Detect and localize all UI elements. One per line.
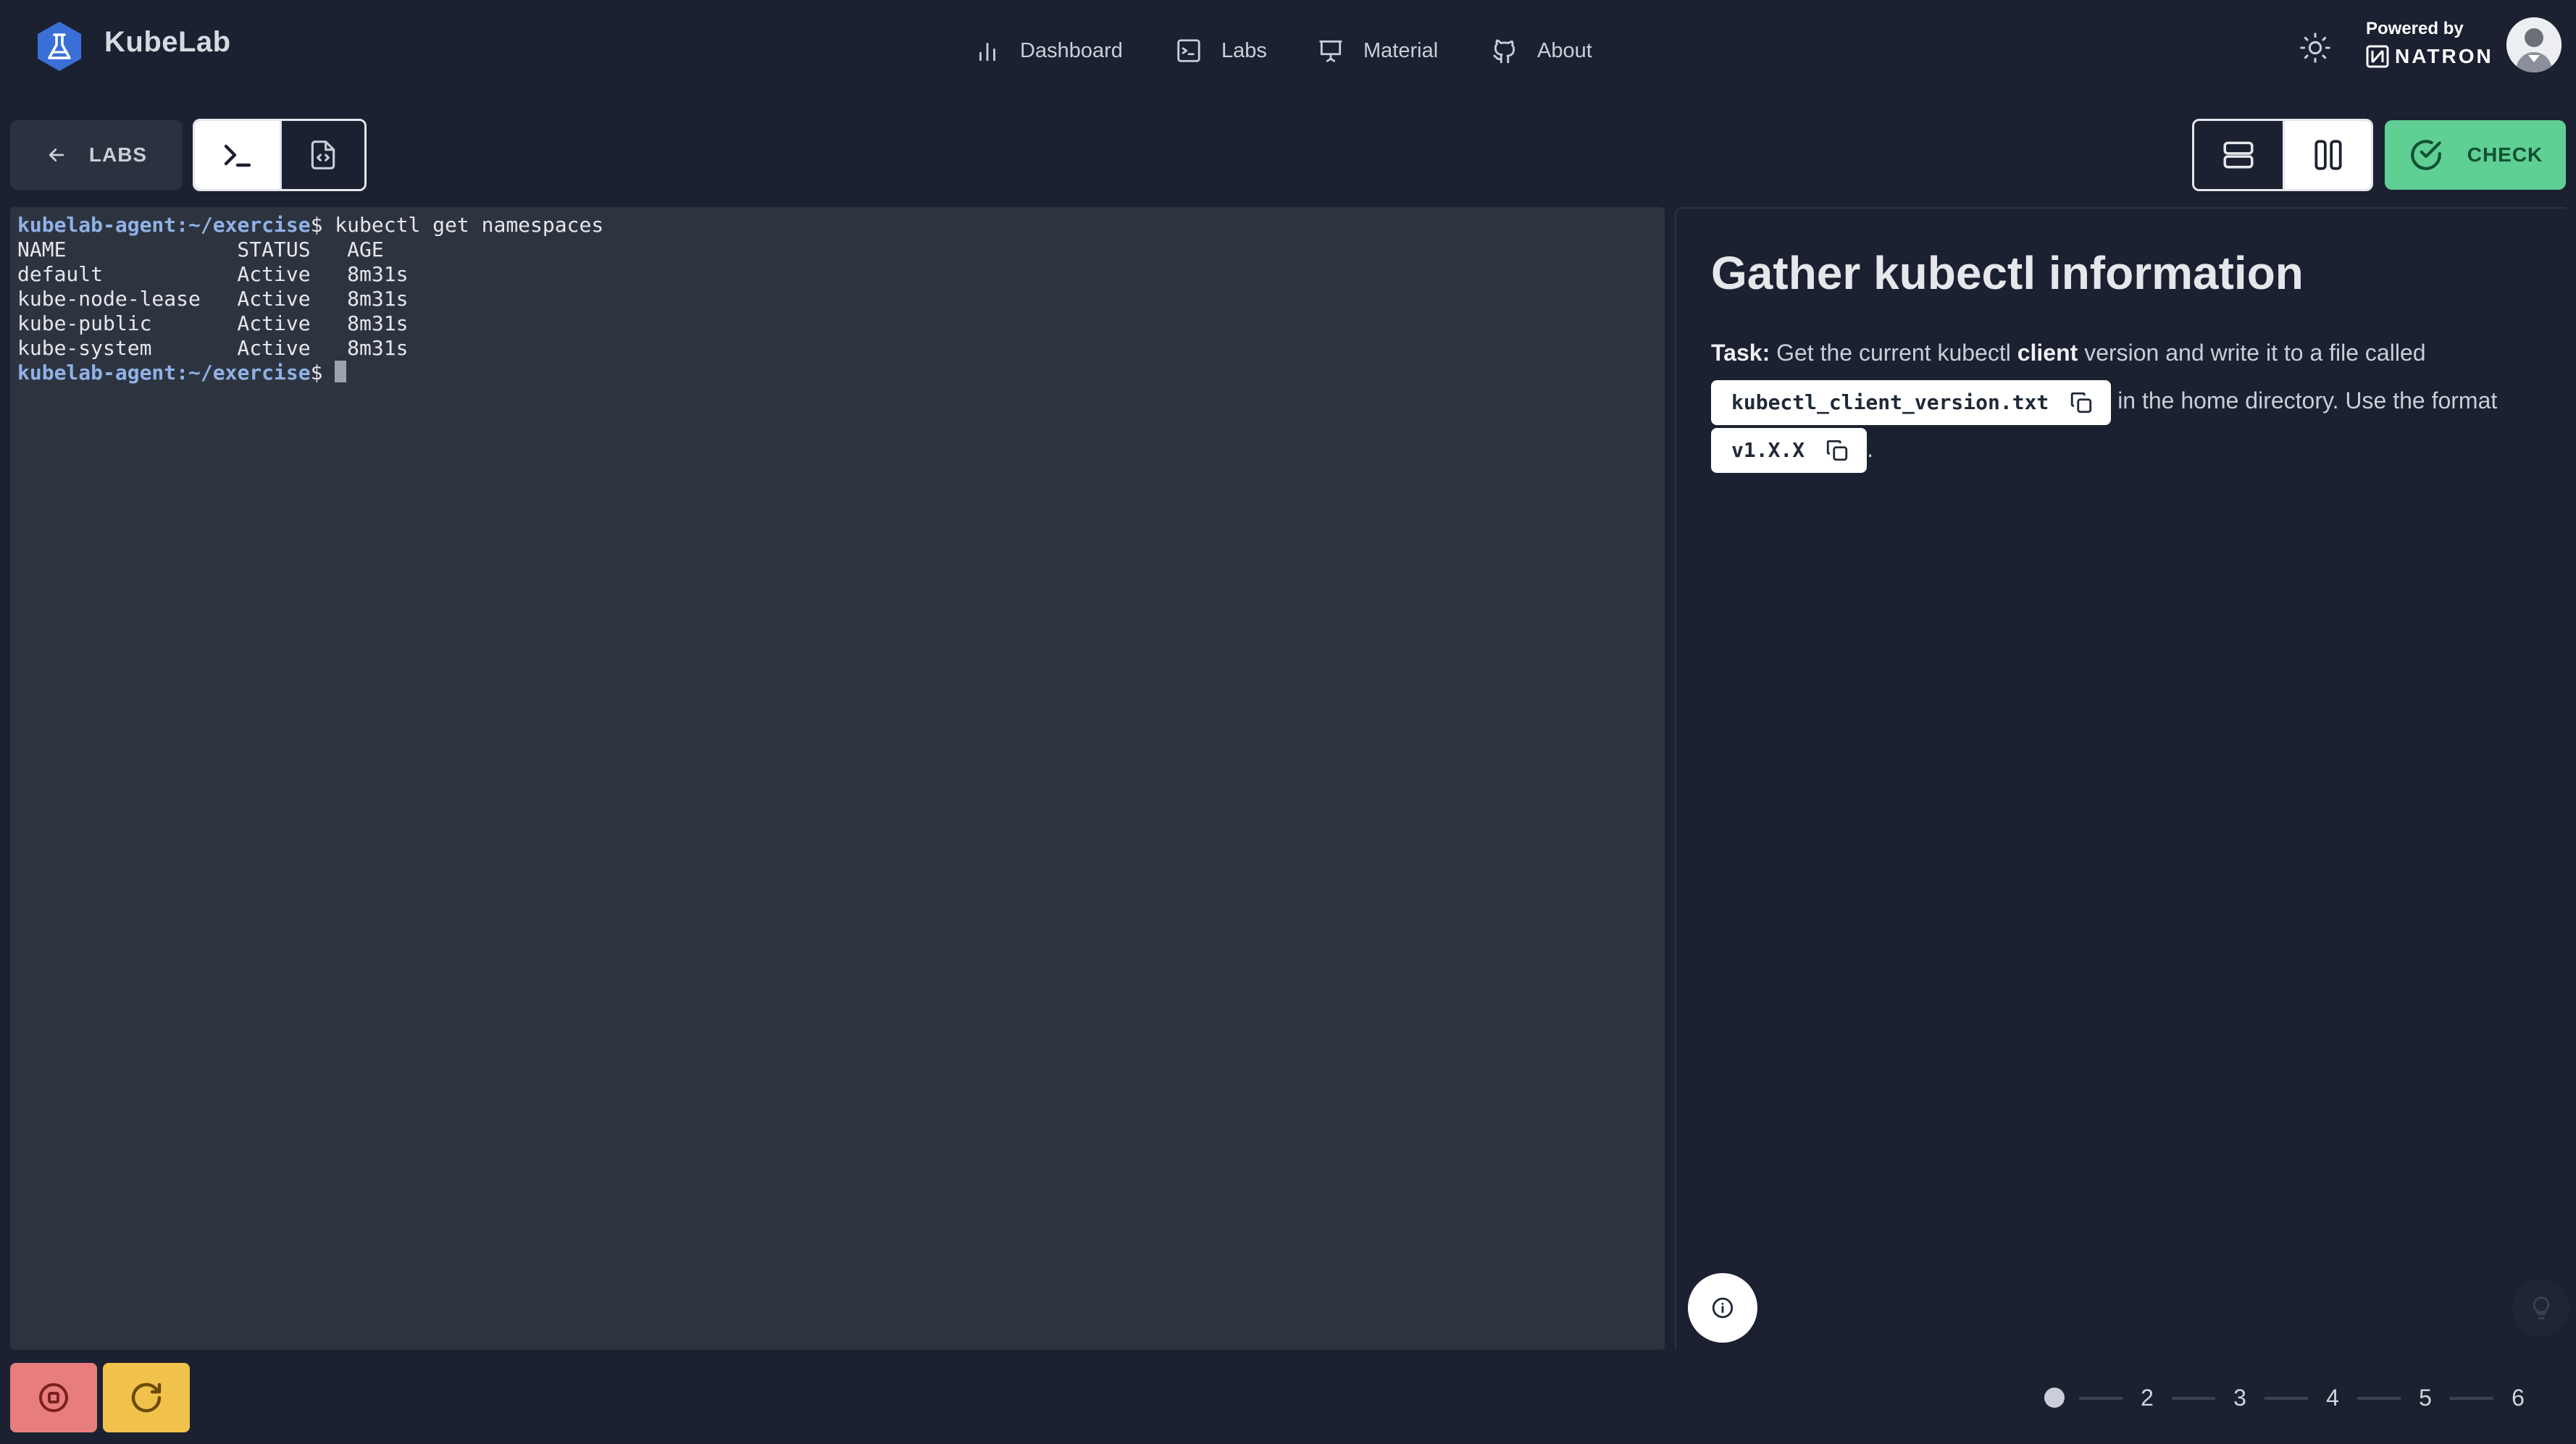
info-icon [1712,1297,1734,1319]
check-button-label: CHECK [2467,143,2543,166]
terminal-output-line: kube-system Active 8m31s [17,336,409,360]
step-2[interactable]: 2 [2123,1373,2172,1422]
back-button-label: LABS [88,143,148,166]
natron-brand-label: NATRON [2395,45,2493,67]
file-code-icon [311,140,335,169]
task-description: Task: Get the current kubectl client ver… [1711,329,2559,474]
prompt-symbol: $ [310,213,323,237]
terminal-input [322,361,335,385]
powered-by[interactable]: Powered by NATRON [2366,19,2511,68]
natron-brand: NATRON [2366,45,2511,68]
view-mode-switch [193,119,367,191]
user-avatar-icon [2506,17,2562,72]
terminal-output-line: kube-public Active 8m31s [17,311,409,335]
task-bold-word: client [2017,340,2078,366]
prompt-user: kubelab-agent [17,361,177,385]
terminal-line: kubelab-agent:~/exercise$ [17,361,1657,385]
filename-chip[interactable]: kubectl_client_version.txt [1711,379,2112,425]
layout-side-by-side-button[interactable] [2283,121,2371,189]
nav-about-label: About [1537,38,1592,62]
step-6[interactable]: 6 [2493,1373,2543,1422]
lightbulb-icon [2533,1296,2550,1319]
task-text-part: Get the current kubectl [1770,340,2017,366]
back-to-labs-button[interactable]: LABS [10,120,183,190]
info-button[interactable] [1688,1273,1757,1343]
terminal-line: kubelab-agent:~/exercise$ kubectl get na… [17,213,1657,238]
current-step-dot [2044,1388,2065,1408]
copy-icon[interactable] [1825,438,1849,463]
powered-by-label: Powered by [2366,19,2464,38]
terminal[interactable]: kubelab-agent:~/exercise$ kubectl get na… [10,207,1665,1350]
prompt-user: kubelab-agent [17,213,177,237]
check-button[interactable]: CHECK [2385,120,2566,190]
hint-button[interactable] [2512,1279,2570,1337]
refresh-icon [131,1382,162,1413]
columns-icon [2314,140,2342,170]
task-text-part: in the home directory. Use the format [2111,387,2498,414]
format-chip-label: v1.X.X [1731,438,1805,463]
nav-dashboard[interactable]: Dashboard [974,28,1123,74]
sun-icon [2300,33,2330,63]
nav-about[interactable]: About [1491,28,1592,74]
terminal-output-line: kube-node-lease Active 8m31s [17,287,409,311]
filename-chip-label: kubectl_client_version.txt [1731,390,2049,414]
step-4[interactable]: 4 [2308,1373,2357,1422]
nav-dashboard-label: Dashboard [1020,38,1123,62]
step-5[interactable]: 5 [2401,1373,2450,1422]
terminal-cursor [335,361,347,382]
rows-icon [2223,141,2254,169]
presentation-icon [1319,40,1342,62]
task-text-part: version and write it to a file called [2078,340,2426,366]
prompt-path: :~/exercise [176,213,311,237]
nav-labs[interactable]: Labs [1175,28,1267,74]
terminal-prompt-icon [224,144,251,167]
user-avatar[interactable] [2506,17,2562,72]
restart-lab-button[interactable] [103,1363,190,1432]
natron-logo-icon [2366,45,2389,68]
format-chip[interactable]: v1.X.X [1711,428,1868,474]
terminal-mode-button[interactable] [195,121,280,189]
stop-circle-icon [39,1383,68,1412]
prompt-path: :~/exercise [176,361,311,385]
terminal-output-line: default Active 8m31s [17,262,409,286]
terminal-command: kubectl get namespaces [322,213,604,237]
exercise-stepper: 2 3 4 5 6 [2028,1373,2564,1422]
arrow-left-icon [49,148,64,161]
terminal-output-line: NAME STATUS AGE [17,238,384,261]
app-header: KubeLab Dashboard Labs Material About Po… [0,0,2576,101]
task-text-part: . [1867,435,1874,462]
task-title: Gather kubectl information [1711,247,2304,299]
terminal-square-icon [1177,39,1200,62]
theme-toggle-button[interactable] [2293,26,2337,70]
task-label: Task: [1711,340,1770,366]
step-1-current[interactable] [2030,1373,2079,1422]
app-name[interactable]: KubeLab [104,26,231,59]
copy-icon[interactable] [2069,390,2094,415]
prompt-symbol: $ [310,361,323,385]
check-circle-icon [2410,140,2441,170]
step-3[interactable]: 3 [2215,1373,2265,1422]
nav-labs-label: Labs [1221,38,1267,62]
bar-chart-icon [979,43,995,62]
github-icon [1493,39,1515,64]
kubelab-logo-icon[interactable] [33,20,85,72]
nav-material-label: Material [1363,38,1439,62]
editor-mode-button[interactable] [280,121,364,189]
layout-switch [2192,119,2373,191]
task-panel: Gather kubectl information Task: Get the… [1675,207,2570,1350]
layout-stacked-button[interactable] [2194,121,2283,189]
stop-lab-button[interactable] [10,1363,97,1432]
nav-material[interactable]: Material [1317,28,1438,74]
